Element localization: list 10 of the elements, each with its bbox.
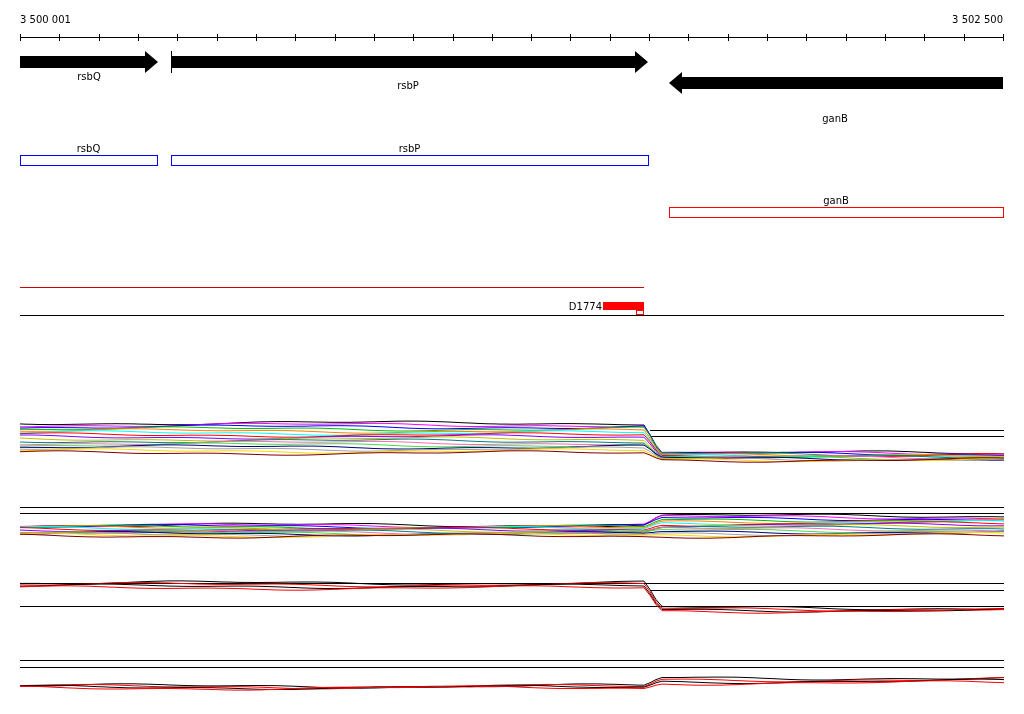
annotation-label: rsbQ — [76, 143, 101, 154]
feature-label: D1774 — [568, 301, 602, 312]
gene-label: rsbQ — [77, 71, 101, 82]
ruler-start-label: 3 500 001 — [20, 14, 71, 25]
feature-bar — [603, 302, 644, 315]
ruler-end-label: 3 502 500 — [952, 14, 1003, 25]
annotation-label: ganB — [823, 195, 849, 206]
gene-label: rsbP — [397, 80, 419, 91]
gene-label: ganB — [822, 113, 848, 124]
annotation-label: rsbP — [398, 143, 421, 154]
